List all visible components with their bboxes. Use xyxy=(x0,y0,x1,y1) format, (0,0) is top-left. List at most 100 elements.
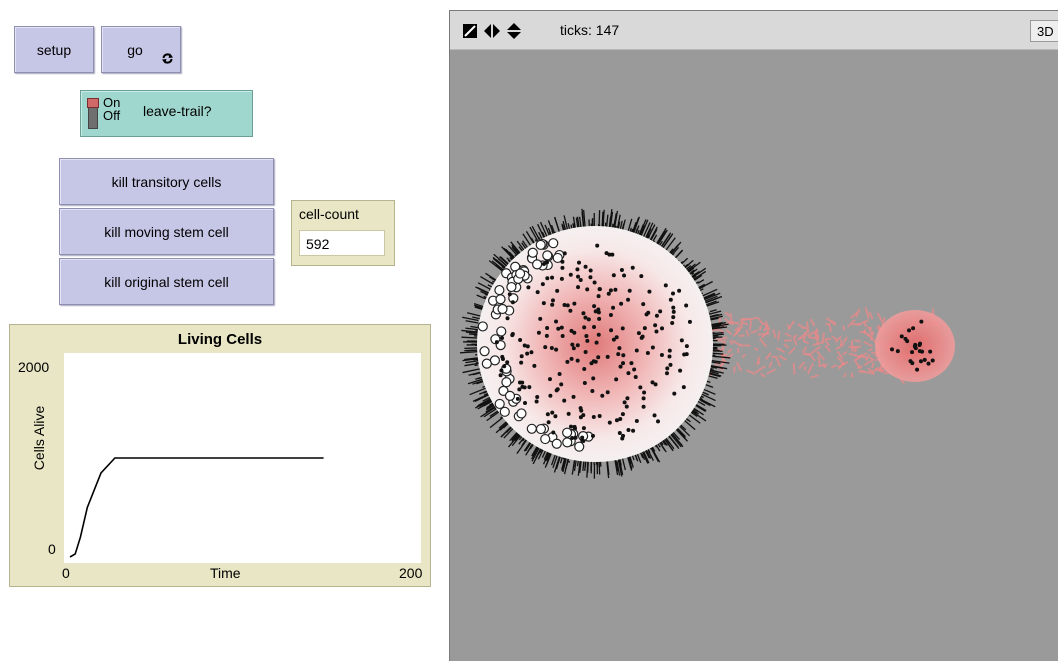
cell-dot xyxy=(551,298,555,302)
white-cell xyxy=(495,399,504,408)
leave-trail-switch[interactable]: On Off leave-trail? xyxy=(80,90,253,137)
kill-transitory-cells-button[interactable]: kill transitory cells xyxy=(59,158,274,205)
cell-dot xyxy=(574,436,578,440)
monitor-label: cell-count xyxy=(299,206,359,222)
cell-dot xyxy=(566,303,570,307)
cell-dot xyxy=(583,316,587,320)
cell-dot xyxy=(596,355,600,359)
trail-segment xyxy=(811,346,820,353)
cell-dot xyxy=(576,275,580,279)
cell-dot xyxy=(621,353,625,357)
blob-dot xyxy=(911,326,915,330)
fringe-spike xyxy=(466,321,479,323)
cell-dot xyxy=(573,425,577,429)
horizontal-arrows-icon[interactable] xyxy=(483,23,501,39)
white-cell xyxy=(543,251,552,260)
cell-dot xyxy=(545,326,549,330)
white-cell xyxy=(495,286,504,295)
cell-dot xyxy=(523,401,527,405)
trail-segment xyxy=(811,356,815,361)
cell-dot xyxy=(620,268,624,272)
cell-dot xyxy=(550,276,554,280)
trail-segment xyxy=(721,355,727,356)
trail-segment xyxy=(836,347,841,350)
trail-segment xyxy=(755,366,765,372)
kill-original-stem-cell-button[interactable]: kill original stem cell xyxy=(59,258,274,305)
cell-dot xyxy=(569,425,573,429)
edges-icon[interactable] xyxy=(462,23,478,39)
cell-dot xyxy=(536,290,540,294)
trail-segment xyxy=(777,348,785,352)
trail-segment xyxy=(858,371,869,372)
cell-dot xyxy=(646,351,650,355)
cell-dot xyxy=(567,412,571,416)
3d-button[interactable]: 3D xyxy=(1030,20,1058,42)
cell-dot xyxy=(527,385,531,389)
cell-dot xyxy=(609,328,613,332)
cell-dot xyxy=(655,314,659,318)
switch-off-label: Off xyxy=(103,109,120,122)
cell-dot xyxy=(671,315,675,319)
cell-dot xyxy=(618,417,622,421)
fringe-spike xyxy=(713,356,730,358)
go-button[interactable]: go xyxy=(101,26,181,73)
cell-dot xyxy=(646,311,650,315)
trail-segment xyxy=(726,329,732,334)
fringe-spike xyxy=(502,247,514,260)
world-view[interactable]: ticks: 147 3D xyxy=(449,10,1058,661)
trail-segment xyxy=(818,365,827,366)
trail-segment xyxy=(825,345,830,351)
setup-button[interactable]: setup xyxy=(14,26,94,73)
trail-segment xyxy=(725,312,729,316)
trail-segment xyxy=(866,307,869,318)
blob-dot xyxy=(913,343,917,347)
view-toolbar: ticks: 147 3D xyxy=(450,11,1058,50)
cell-dot xyxy=(664,283,668,287)
trail-segment xyxy=(784,344,788,348)
trail-segment xyxy=(734,366,735,372)
cell-dot xyxy=(617,346,621,350)
trail-segment xyxy=(742,355,745,358)
cell-dot xyxy=(607,292,611,296)
cell-dot xyxy=(525,352,529,356)
fringe-spike xyxy=(475,378,480,379)
white-cell xyxy=(533,260,542,269)
cell-dot xyxy=(592,415,596,419)
white-cell xyxy=(536,425,545,434)
blob-dot xyxy=(907,328,911,332)
cell-dot xyxy=(591,434,595,438)
cell-dot xyxy=(611,306,615,310)
trail-segment xyxy=(773,329,775,337)
cell-dot xyxy=(685,352,689,356)
white-cell xyxy=(549,239,558,248)
cell-dot xyxy=(598,414,602,418)
trail-segment xyxy=(877,313,882,322)
white-cell xyxy=(505,391,514,400)
plot-ylabel: Cells Alive xyxy=(31,393,47,483)
cell-dot xyxy=(550,411,554,415)
cell-dot xyxy=(523,385,527,389)
blob-dot xyxy=(928,350,932,354)
vertical-arrows-icon[interactable] xyxy=(506,22,522,40)
kill-moving-stem-cell-button[interactable]: kill moving stem cell xyxy=(59,208,274,255)
cell-dot xyxy=(576,359,580,363)
trail-segment xyxy=(730,340,733,344)
cell-dot xyxy=(538,317,542,321)
trail-segment xyxy=(739,335,745,336)
cell-dot xyxy=(541,282,545,286)
cell-dot xyxy=(511,300,515,304)
cell-dot xyxy=(591,376,595,380)
cell-dot xyxy=(570,329,574,333)
cell-dot xyxy=(508,292,512,296)
cell-dot xyxy=(583,381,587,385)
cell-dot xyxy=(639,274,643,278)
cell-dot xyxy=(582,426,586,430)
cell-dot xyxy=(553,414,557,418)
cell-dot xyxy=(671,291,675,295)
trail-segment xyxy=(803,347,807,353)
switch-knob[interactable] xyxy=(87,98,99,108)
cell-dot xyxy=(635,348,639,352)
cell-dot xyxy=(626,428,630,432)
cell-dot xyxy=(506,316,510,320)
cell-dot xyxy=(587,317,591,321)
